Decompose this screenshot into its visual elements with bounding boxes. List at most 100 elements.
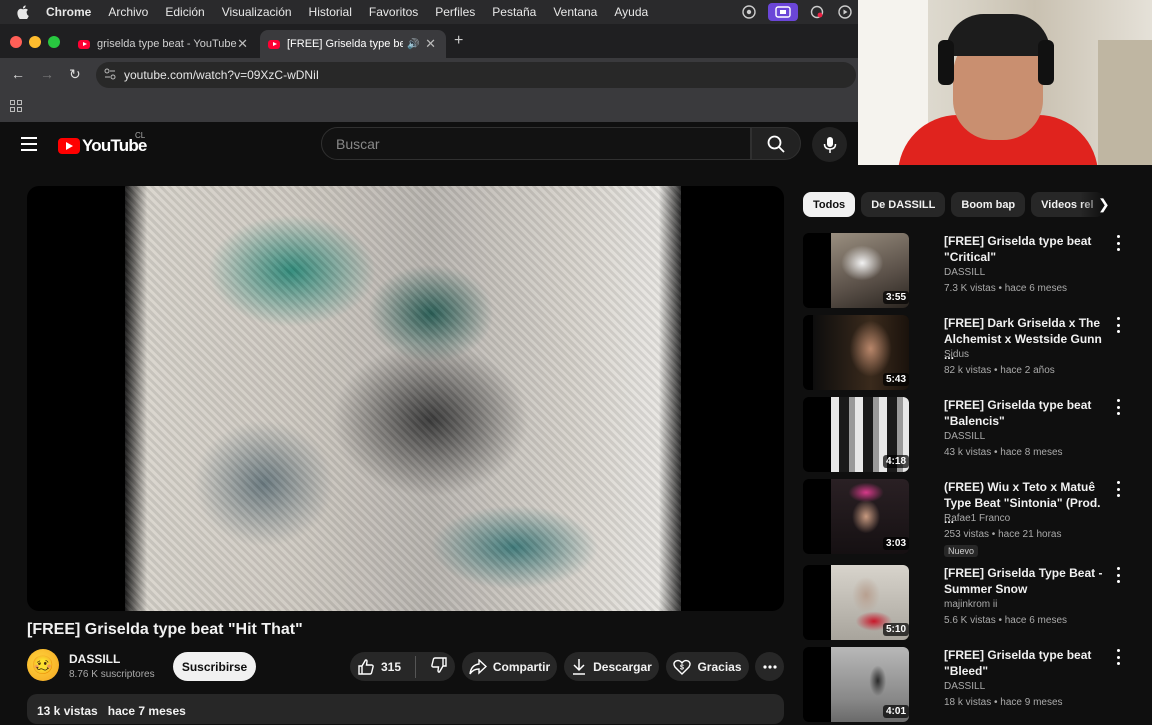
youtube-logo[interactable]: YouTube CL <box>58 131 147 156</box>
menu-perfiles[interactable]: Perfiles <box>435 5 475 19</box>
close-tab-icon[interactable]: ✕ <box>425 36 436 52</box>
menu-favoritos[interactable]: Favoritos <box>369 5 418 19</box>
channel-avatar[interactable]: 🥴 <box>27 649 59 681</box>
reload-icon[interactable]: ↻ <box>69 66 81 83</box>
video-thumbnail[interactable]: 5:10 <box>803 565 909 640</box>
youtube-play-icon <box>58 138 80 154</box>
apple-icon[interactable] <box>14 3 32 21</box>
minimize-window-button[interactable] <box>29 36 41 48</box>
recommendation-item[interactable]: 5:43 [FREE] Dark Griselda x The Alchemis… <box>803 315 1133 393</box>
youtube-favicon-icon <box>268 39 280 49</box>
more-vertical-icon[interactable] <box>1115 567 1121 583</box>
share-button[interactable]: Compartir <box>462 652 557 681</box>
channel-name[interactable]: DASSILL <box>944 267 985 278</box>
upload-age: hace 7 meses <box>107 704 186 718</box>
menu-edicion[interactable]: Edición <box>165 5 204 19</box>
chip-todos[interactable]: Todos <box>803 192 856 217</box>
download-label: Descargar <box>593 659 652 674</box>
more-vertical-icon[interactable] <box>1115 235 1121 251</box>
subscribe-button[interactable]: Suscribirse <box>173 652 256 681</box>
menu-pestana[interactable]: Pestaña <box>492 5 536 19</box>
chip-boom-bap[interactable]: Boom bap <box>951 192 1026 217</box>
video-thumbnail[interactable]: 3:55 <box>803 233 909 308</box>
zoom-window-button[interactable] <box>48 36 60 48</box>
thumbs-up-icon <box>358 658 374 675</box>
video-title[interactable]: [FREE] Griselda type beat "Critical" <box>944 233 1109 265</box>
voice-search-button[interactable] <box>812 127 847 162</box>
recommendation-item[interactable]: 4:18 [FREE] Griselda type beat "Balencis… <box>803 397 1133 475</box>
screen-record-icon[interactable] <box>768 3 798 21</box>
heart-dollar-icon: $ <box>673 659 692 675</box>
new-badge: Nuevo <box>944 545 979 557</box>
tab-griselda-search[interactable]: griselda type beat - YouTube ✕ <box>70 30 258 58</box>
video-meta: 5.6 K vistas • hace 6 meses <box>944 615 1068 626</box>
url-text: youtube.com/watch?v=09XzC-wDNiI <box>124 68 320 82</box>
download-button[interactable]: Descargar <box>564 652 659 681</box>
video-title[interactable]: [FREE] Griselda type beat "Balencis" <box>944 397 1109 429</box>
new-tab-icon[interactable]: + <box>454 32 463 50</box>
site-settings-icon[interactable] <box>104 68 116 83</box>
video-title[interactable]: [FREE] Griselda type beat "Bleed" <box>944 647 1109 679</box>
channel-name[interactable]: DASSILL <box>944 681 985 692</box>
microphone-icon <box>823 136 836 153</box>
video-frame <box>125 186 681 611</box>
more-horizontal-icon <box>762 664 777 669</box>
channel-name[interactable]: DASSILL <box>944 431 985 442</box>
more-actions-button[interactable] <box>755 652 784 681</box>
video-duration: 5:43 <box>882 373 909 386</box>
video-title[interactable]: [FREE] Griselda Type Beat - Summer Snow <box>944 565 1109 597</box>
menu-ventana[interactable]: Ventana <box>553 5 597 19</box>
address-bar[interactable]: youtube.com/watch?v=09XzC-wDNiI <box>96 62 856 88</box>
like-dislike-group: 315 <box>350 652 455 681</box>
speaker-icon[interactable]: 🔊 <box>407 39 419 50</box>
close-window-button[interactable] <box>10 36 22 48</box>
apps-grid-icon[interactable] <box>10 100 22 112</box>
more-vertical-icon[interactable] <box>1115 399 1121 415</box>
more-vertical-icon[interactable] <box>1115 481 1121 497</box>
video-thumbnail[interactable]: 5:43 <box>803 315 909 390</box>
close-tab-icon[interactable]: ✕ <box>237 36 248 52</box>
forward-arrow-icon[interactable]: → <box>40 66 54 82</box>
video-thumbnail[interactable]: 4:01 <box>803 647 909 722</box>
channel-name[interactable]: Rafae1 Franco <box>944 513 1010 524</box>
menu-chrome[interactable]: Chrome <box>46 5 91 19</box>
chip-de-dassill[interactable]: De DASSILL <box>861 192 946 217</box>
menu-archivo[interactable]: Archivo <box>108 5 148 19</box>
video-meta: 18 k vistas • hace 9 meses <box>944 697 1063 708</box>
channel-name[interactable]: DASSILL <box>69 652 120 666</box>
channel-name[interactable]: Sidus <box>944 349 969 360</box>
search-button[interactable] <box>751 127 801 160</box>
menu-ayuda[interactable]: Ayuda <box>614 5 648 19</box>
menu-hamburger-icon[interactable] <box>21 137 37 151</box>
recommendation-item[interactable]: 3:03 (FREE) Wiu x Teto x Matuê Type Beat… <box>803 479 1133 557</box>
menu-visualizacion[interactable]: Visualización <box>222 5 292 19</box>
tab-current-video[interactable]: [FREE] Griselda type beat 🔊 ✕ <box>260 30 446 58</box>
recommendation-item[interactable]: 3:55 [FREE] Griselda type beat "Critical… <box>803 233 1133 311</box>
thanks-button[interactable]: $ Gracias <box>666 652 749 681</box>
tab-title: griselda type beat - YouTube <box>97 38 237 50</box>
channel-name[interactable]: majinkrom ii <box>944 599 997 610</box>
more-vertical-icon[interactable] <box>1115 649 1121 665</box>
search-input[interactable]: Buscar <box>321 127 751 160</box>
play-circle-icon[interactable] <box>836 3 854 21</box>
video-thumbnail[interactable]: 4:18 <box>803 397 909 472</box>
video-thumbnail[interactable]: 3:03 <box>803 479 909 554</box>
chevron-right-icon[interactable]: ❯ <box>1098 196 1110 213</box>
menu-historial[interactable]: Historial <box>309 5 352 19</box>
dislike-button[interactable] <box>430 656 448 677</box>
youtube-favicon-icon <box>78 39 90 49</box>
video-meta: 82 k vistas • hace 2 años <box>944 365 1055 376</box>
weather-icon[interactable] <box>808 3 826 21</box>
share-icon <box>469 658 487 675</box>
download-icon <box>573 658 586 675</box>
recommendation-item[interactable]: 4:01 [FREE] Griselda type beat "Bleed" D… <box>803 647 1133 725</box>
video-player[interactable] <box>27 186 784 611</box>
video-duration: 4:18 <box>882 455 909 468</box>
back-arrow-icon[interactable]: ← <box>11 66 25 82</box>
like-button[interactable]: 315 <box>357 658 401 676</box>
recommendation-item[interactable]: 5:10 [FREE] Griselda Type Beat - Summer … <box>803 565 1133 643</box>
status-tray <box>740 3 854 21</box>
share-label: Compartir <box>492 659 551 674</box>
more-vertical-icon[interactable] <box>1115 317 1121 333</box>
tray-app-icon[interactable] <box>740 3 758 21</box>
